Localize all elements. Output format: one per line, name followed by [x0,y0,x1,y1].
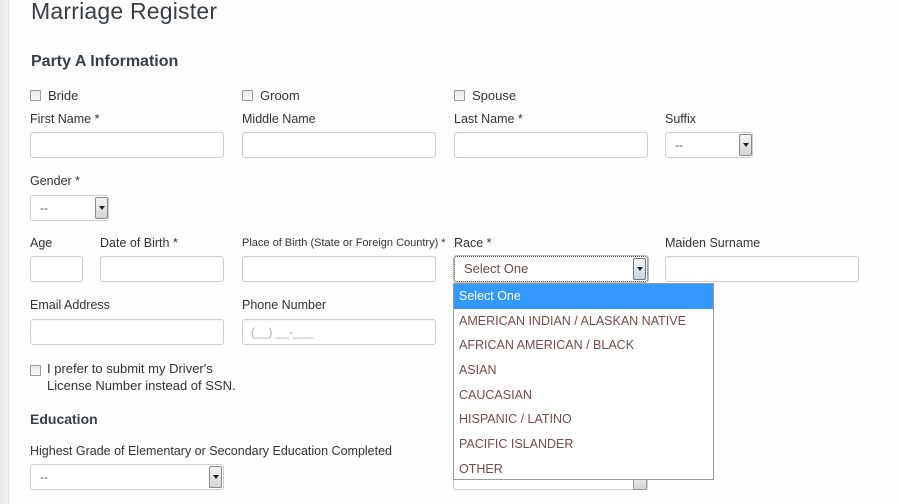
chevron-down-icon[interactable] [209,466,222,488]
maiden-surname-label: Maiden Surname [665,236,761,250]
race-option-select-one[interactable]: Select One [454,284,713,309]
race-option-hispanic[interactable]: HISPANIC / LATINO [454,407,713,432]
place-of-birth-label: Place of Birth (State or Foreign Country… [242,237,446,249]
place-of-birth-input[interactable] [242,256,436,282]
chevron-down-icon[interactable] [95,197,108,219]
groom-checkbox[interactable] [242,90,253,101]
email-input[interactable] [30,319,224,345]
party-a-heading: Party A Information [31,53,179,70]
age-label: Age [30,236,53,250]
highest-grade-label: Highest Grade of Elementary or Secondary… [30,444,392,458]
age-input[interactable] [30,256,83,282]
gender-label: Gender * [30,174,81,188]
bride-checkbox-row[interactable]: Bride [30,88,78,103]
middle-name-label: Middle Name [242,112,316,126]
groom-checkbox-row[interactable]: Groom [242,88,300,103]
phone-input[interactable]: (__) __-___ [242,319,436,345]
drivers-license-line1: I prefer to submit my Driver's [47,361,213,376]
drivers-license-text: I prefer to submit my Driver's License N… [47,360,236,394]
race-option-other[interactable]: OTHER [454,457,713,482]
middle-name-input[interactable] [242,132,436,158]
groom-label: Groom [260,88,300,103]
race-option-pacific-islander[interactable]: PACIFIC ISLANDER [454,432,713,457]
bride-checkbox[interactable] [30,90,41,101]
page-left-border [0,0,9,504]
drivers-license-checkbox-box[interactable] [30,365,41,376]
first-name-label: First Name * [30,112,100,126]
page-title: Marriage Register [31,0,218,24]
chevron-down-icon[interactable] [739,134,752,156]
phone-label: Phone Number [242,298,327,312]
race-select[interactable]: Select One [453,255,649,283]
suffix-value: -- [675,138,683,152]
highest-grade-value: -- [40,470,48,484]
spouse-label: Spouse [472,88,517,103]
last-name-label: Last Name * [454,112,523,126]
race-dropdown-list[interactable]: Select One AMERICAN INDIAN / ALASKAN NAT… [453,283,714,480]
gender-value: -- [40,201,48,215]
email-label: Email Address [30,298,110,312]
drivers-license-line2: License Number instead of SSN. [47,378,236,393]
education-heading: Education [30,411,98,427]
highest-grade-select[interactable]: -- [30,464,224,490]
suffix-label: Suffix [665,112,697,126]
race-option-african-american[interactable]: AFRICAN AMERICAN / BLACK [454,333,713,358]
gender-select[interactable]: -- [30,195,109,221]
race-value: Select One [464,261,529,276]
maiden-surname-input[interactable] [665,256,859,282]
race-option-american-indian[interactable]: AMERICAN INDIAN / ALASKAN NATIVE [454,309,713,334]
dob-label: Date of Birth * [100,236,178,250]
last-name-input[interactable] [454,132,648,158]
first-name-input[interactable] [30,132,224,158]
race-label: Race * [454,236,492,250]
race-option-caucasian[interactable]: CAUCASIAN [454,383,713,408]
spouse-checkbox-row[interactable]: Spouse [454,88,516,103]
spouse-checkbox[interactable] [454,90,465,101]
suffix-select[interactable]: -- [665,132,753,158]
dob-input[interactable] [100,256,224,282]
bride-label: Bride [48,88,79,103]
chevron-down-icon[interactable] [633,258,646,280]
race-option-asian[interactable]: ASIAN [454,358,713,383]
